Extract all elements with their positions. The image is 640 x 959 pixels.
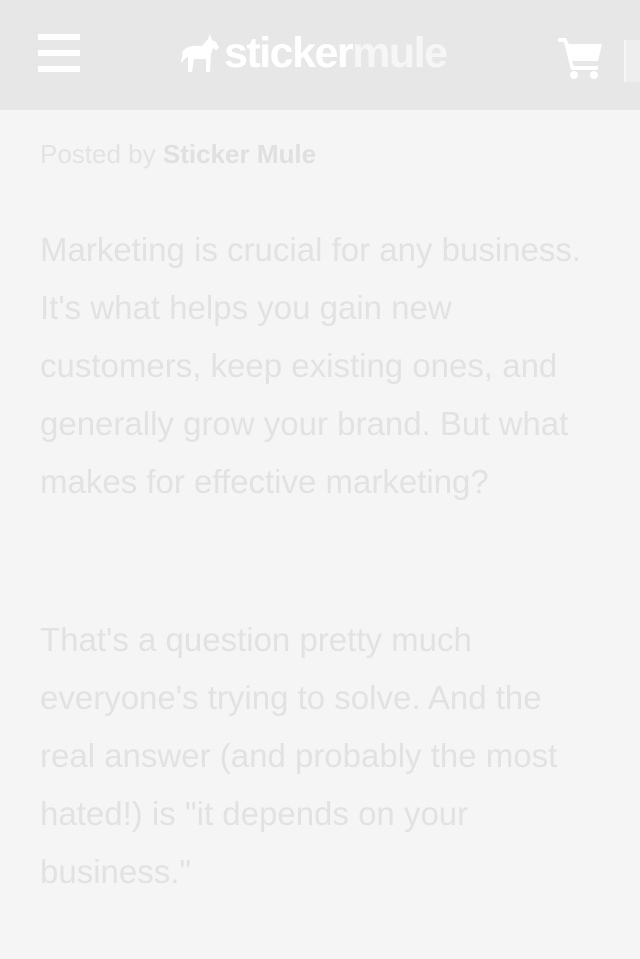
hamburger-icon-bar [38,50,80,56]
article-paragraph: That's a question pretty much everyone's… [40,621,558,890]
sticker-mule-logo[interactable]: stickermule [178,28,448,78]
hamburger-icon-bar [38,34,80,40]
article-paragraph: Marketing is crucial for any business. I… [40,231,582,500]
menu-button[interactable] [34,30,84,76]
logo-text-mule: mule [352,29,448,77]
logo-text-sticker: sticker [224,29,354,77]
header-edge-element [624,40,640,82]
top-header: stickermule [0,0,640,110]
post-byline: Posted by Sticker Mule [40,138,316,170]
cart-button[interactable] [556,34,606,80]
cart-icon [558,38,602,79]
author-link[interactable]: Sticker Mule [163,139,316,169]
hamburger-icon-bar [38,66,80,72]
byline-prefix: Posted by [40,139,156,169]
logo-wordmark: stickermule [224,28,448,78]
mule-icon [181,34,219,72]
